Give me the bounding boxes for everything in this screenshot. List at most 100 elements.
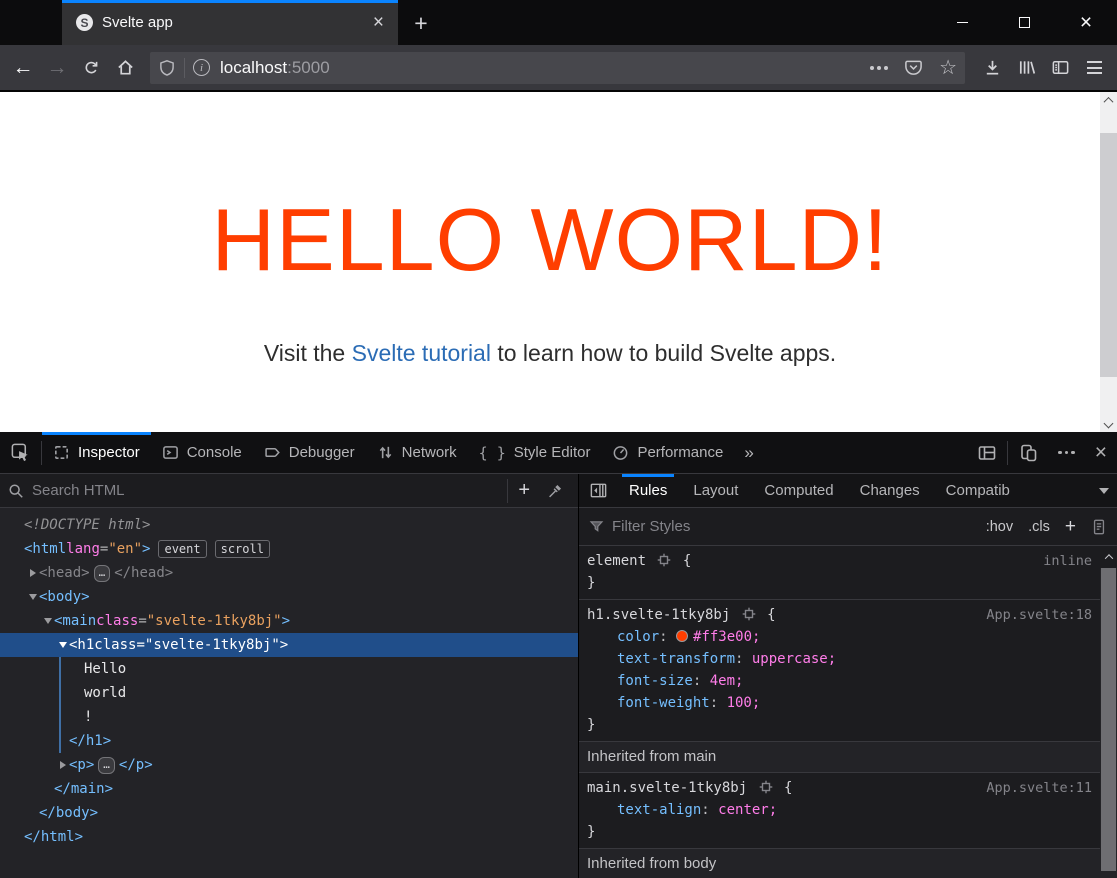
dom-node[interactable]: <html lang="en">eventscroll [0, 537, 578, 561]
css-declaration[interactable]: font-weight: 100; [587, 692, 1100, 714]
dom-node[interactable]: <body> [0, 585, 578, 609]
tab-style-editor[interactable]: { } Style Editor [468, 432, 602, 473]
page-scrollbar[interactable] [1100, 92, 1117, 432]
tab-layout[interactable]: Layout [680, 474, 751, 507]
tab-console[interactable]: Console [151, 432, 253, 473]
css-declaration[interactable]: color: #ff3e00; [587, 626, 1100, 648]
css-declaration[interactable]: font-size: 4em; [587, 670, 1100, 692]
tracking-protection-shield-icon[interactable] [158, 59, 176, 77]
dom-node[interactable]: </h1> [0, 729, 578, 753]
downloads-button[interactable] [975, 51, 1009, 85]
responsive-design-button[interactable] [1008, 432, 1048, 473]
scroll-down-icon[interactable] [1100, 415, 1117, 432]
site-info-icon[interactable]: i [193, 59, 210, 76]
dom-node[interactable]: </main> [0, 777, 578, 801]
dom-token: </body> [39, 801, 98, 825]
dom-node[interactable]: world [0, 681, 578, 705]
twisty-open-icon[interactable] [26, 594, 39, 600]
css-declaration[interactable]: text-align: center; [587, 799, 1100, 821]
url-text[interactable]: localhost:5000 [220, 58, 862, 78]
svelte-tutorial-link[interactable]: Svelte tutorial [352, 340, 491, 366]
tab-inspector[interactable]: Inspector [42, 432, 151, 473]
class-panel-toggle[interactable]: .cls [1028, 519, 1050, 535]
print-simulation-icon[interactable] [1091, 519, 1107, 535]
devtools-menu-button[interactable] [1048, 432, 1085, 473]
menu-button[interactable] [1077, 51, 1111, 85]
twisty-open-icon[interactable] [56, 642, 69, 648]
page-actions-icon[interactable] [870, 66, 888, 70]
url-bar[interactable]: i localhost:5000 ☆ [150, 52, 965, 84]
rule-source-link[interactable]: App.svelte:11 [986, 777, 1092, 799]
dom-node[interactable]: <head>…</head> [0, 561, 578, 585]
split-console-button[interactable] [967, 432, 1007, 473]
tab-performance[interactable]: Performance [601, 432, 734, 473]
new-tab-button[interactable]: + [405, 7, 437, 39]
tab-close-icon[interactable]: × [369, 13, 388, 32]
dom-node[interactable]: <main class="svelte-1tky8bj"> [0, 609, 578, 633]
collapsed-ellipsis[interactable]: … [94, 565, 111, 582]
rule-selector[interactable]: element [587, 553, 646, 569]
event-badge[interactable]: event [158, 540, 206, 558]
twisty-closed-icon[interactable] [26, 569, 39, 577]
add-node-button[interactable]: + [508, 479, 540, 502]
pseudo-class-toggle[interactable]: :hov [986, 519, 1013, 535]
dom-node[interactable]: ! [0, 705, 578, 729]
search-html-input[interactable] [32, 482, 507, 499]
tab-network[interactable]: Network [366, 432, 468, 473]
tab-changes[interactable]: Changes [847, 474, 933, 507]
sidebars-button[interactable] [1043, 51, 1077, 85]
add-rule-button[interactable]: + [1065, 516, 1076, 538]
selector-highlighter-icon[interactable] [657, 553, 671, 567]
eyedropper-button[interactable] [540, 474, 570, 507]
rule-source-link[interactable]: App.svelte:18 [986, 604, 1092, 626]
rules-scrollbar[interactable] [1100, 546, 1117, 878]
selector-highlighter-icon[interactable] [759, 780, 773, 794]
library-button[interactable] [1009, 51, 1043, 85]
home-button[interactable] [108, 51, 142, 85]
dom-node[interactable]: <!DOCTYPE html> [0, 513, 578, 537]
pocket-icon[interactable] [904, 58, 923, 77]
dom-node[interactable]: <p>…</p> [0, 753, 578, 777]
close-button[interactable]: × [1055, 0, 1117, 45]
rule-selector[interactable]: h1.svelte-1tky8bj [587, 607, 730, 623]
bookmark-star-icon[interactable]: ☆ [939, 58, 957, 78]
twisty-closed-icon[interactable] [56, 761, 69, 769]
property-value: center [718, 802, 769, 818]
rules-content: element {inline}h1.svelte-1tky8bj {App.s… [579, 546, 1117, 878]
css-rule: h1.svelte-1tky8bj {App.svelte:18color: #… [579, 600, 1100, 742]
color-swatch[interactable] [676, 630, 688, 642]
back-button[interactable]: ← [6, 51, 40, 85]
filter-styles-input[interactable] [612, 518, 986, 535]
close-devtools-button[interactable]: × [1085, 432, 1117, 473]
more-tools-chevron[interactable]: » [734, 443, 763, 463]
collapsed-ellipsis[interactable]: … [98, 757, 115, 774]
rule-source-link[interactable]: inline [1043, 550, 1092, 572]
browser-tab[interactable]: S Svelte app × [62, 0, 398, 45]
dom-node[interactable]: </body> [0, 801, 578, 825]
minimize-button[interactable] [931, 0, 993, 45]
maximize-button[interactable] [993, 0, 1055, 45]
tab-compatibility[interactable]: Compatib [933, 474, 1023, 507]
selector-highlighter-icon[interactable] [742, 607, 756, 621]
scroll-badge[interactable]: scroll [215, 540, 270, 558]
dom-node[interactable]: </html> [0, 825, 578, 849]
scroll-up-icon[interactable] [1100, 92, 1117, 109]
tab-computed[interactable]: Computed [751, 474, 846, 507]
dom-node-selected[interactable]: <h1 class="svelte-1tky8bj"> [0, 633, 578, 657]
network-icon [377, 444, 394, 461]
rule-selector[interactable]: main.svelte-1tky8bj [587, 780, 747, 796]
tab-debugger[interactable]: Debugger [253, 432, 366, 473]
css-declaration[interactable]: text-transform: uppercase; [587, 648, 1100, 670]
element-picker-button[interactable] [0, 432, 41, 473]
forward-button[interactable]: → [40, 51, 74, 85]
all-tabs-dropdown[interactable] [1091, 488, 1117, 494]
reload-button[interactable] [74, 51, 108, 85]
tab-rules[interactable]: Rules [616, 474, 680, 507]
dom-node[interactable]: Hello [0, 657, 578, 681]
rules-scrollbar-thumb[interactable] [1101, 568, 1116, 871]
scrollbar-thumb[interactable] [1100, 133, 1117, 377]
rules-scroll-up-icon[interactable] [1100, 546, 1117, 568]
sidebar-collapse-button[interactable] [579, 474, 616, 507]
twisty-open-icon[interactable] [41, 618, 54, 624]
library-icon [1017, 58, 1036, 77]
